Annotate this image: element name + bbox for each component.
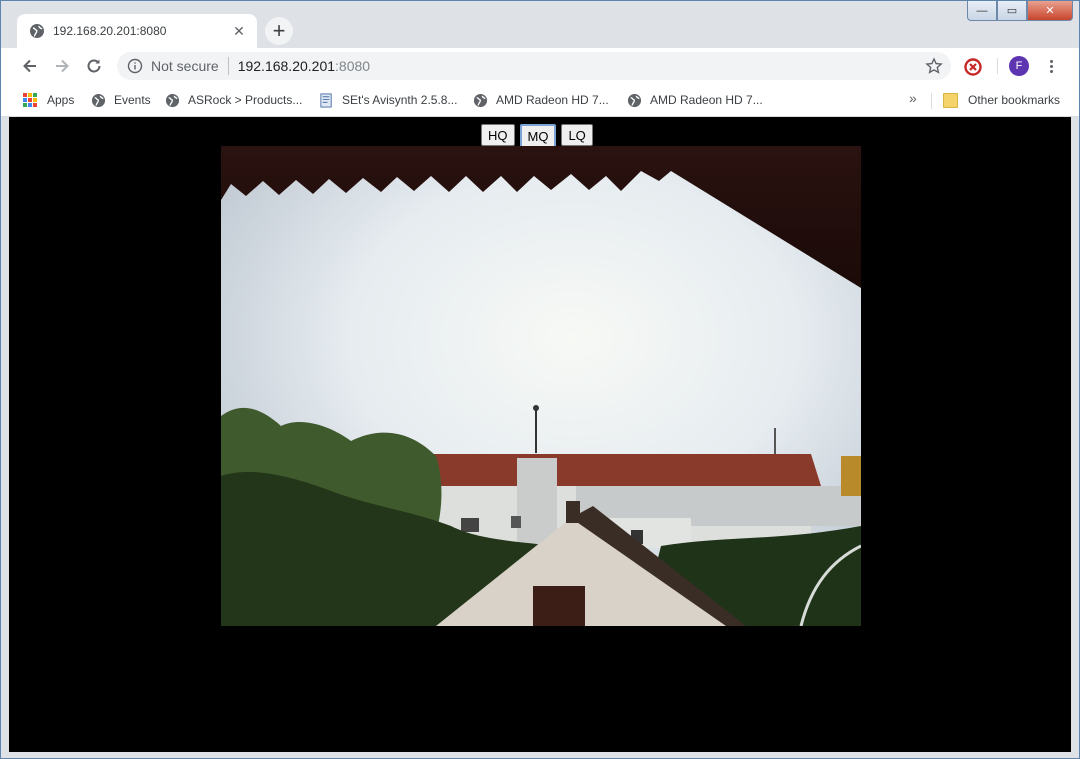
bookmark-label: AMD Radeon HD 7... [496,93,609,107]
bookmark-label: ASRock > Products... [188,93,303,107]
mq-button[interactable]: MQ [519,124,557,148]
close-window-button[interactable]: ✕ [1027,1,1073,21]
other-bookmarks[interactable]: Other bookmarks [943,90,1060,110]
apps-grid-icon [23,93,37,107]
window-controls: — ▭ ✕ [967,1,1073,21]
new-tab-button[interactable]: + [265,17,293,45]
globe-icon [473,93,488,107]
hq-button[interactable]: HQ [481,124,515,146]
bookmark-avisynth[interactable]: SEt's Avisynth 2.5.8... [319,90,457,110]
active-tab[interactable]: 192.168.20.201:8080 ✕ [17,14,257,48]
address-separator [227,57,229,75]
bookmarks-bar: Apps Events ASRock > Products... SEt's A… [1,84,1079,117]
forward-button[interactable] [49,53,75,79]
bookmark-events[interactable]: Events [91,90,151,110]
globe-icon [30,24,44,38]
bookmark-label: AMD Radeon HD 7... [650,93,763,107]
bookmark-apps[interactable]: Apps [23,90,74,110]
info-icon[interactable] [127,58,143,74]
back-button[interactable] [17,53,43,79]
tab-strip: 192.168.20.201:8080 ✕ + — ▭ ✕ [1,1,1079,48]
forward-arrow-icon [56,59,69,73]
security-label[interactable]: Not secure [151,58,219,74]
extension-block-icon[interactable] [963,57,983,77]
back-arrow-icon [23,59,36,73]
bookmark-label: SEt's Avisynth 2.5.8... [342,93,458,107]
url-port: :8080 [335,58,371,74]
url-host: 192.168.20.201 [237,58,336,74]
profile-avatar[interactable]: F [1009,56,1029,76]
minimize-button[interactable]: — [967,1,997,21]
globe-icon [165,93,180,107]
maximize-button[interactable]: ▭ [997,1,1027,21]
window-bottom-border [1,752,1079,758]
folder-icon [943,92,958,108]
browser-window: 192.168.20.201:8080 ✕ + — ▭ ✕ Not secure… [0,0,1080,759]
page-icon [320,92,332,108]
menu-dots-icon[interactable] [1043,56,1059,76]
tab-close-icon[interactable]: ✕ [229,21,249,41]
bookmark-star-icon[interactable] [925,57,943,75]
reload-button[interactable] [81,53,107,79]
bookmark-label: Apps [47,93,75,107]
camera-stream-image [221,146,861,626]
globe-icon [627,93,642,107]
bookmark-amd-2[interactable]: AMD Radeon HD 7... [627,90,763,110]
other-bookmarks-label: Other bookmarks [968,93,1061,107]
toolbar-separator [997,58,998,74]
globe-icon [91,93,106,107]
address-bar[interactable]: Not secure 192.168.20.201:8080 [117,52,951,80]
bookmark-asrock[interactable]: ASRock > Products... [165,90,302,110]
reload-icon [87,59,101,73]
lq-button[interactable]: LQ [561,124,593,146]
bookmarks-overflow-button[interactable]: » [909,90,917,106]
quality-button-group: HQ MQ LQ [481,124,593,148]
tab-title: 192.168.20.201:8080 [53,24,167,38]
bookmarks-separator [931,93,932,109]
browser-toolbar: Not secure 192.168.20.201:8080 F [1,48,1079,84]
page-content: HQ MQ LQ [9,117,1071,752]
bookmark-amd-1[interactable]: AMD Radeon HD 7... [473,90,609,110]
bookmark-label: Events [114,93,151,107]
